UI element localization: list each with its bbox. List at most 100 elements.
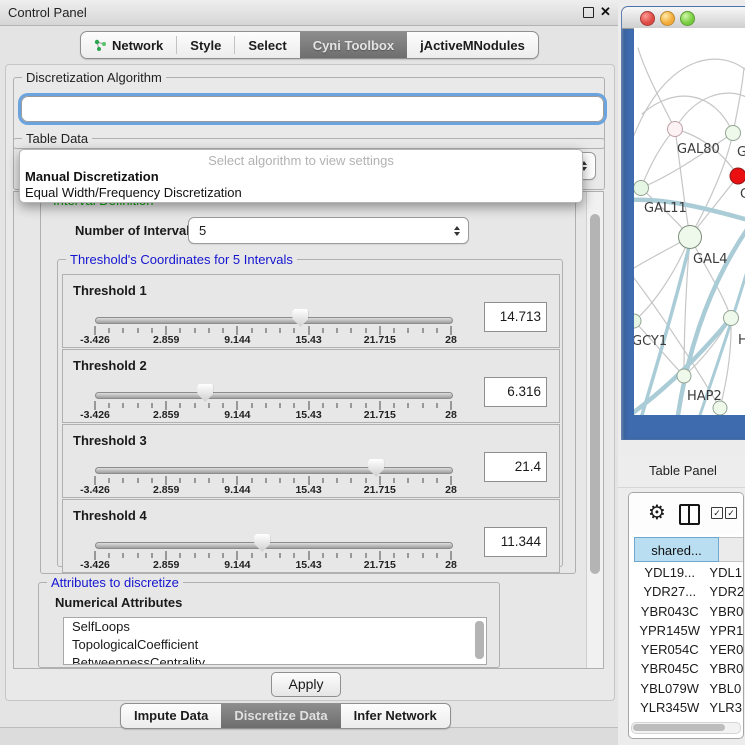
table-panel: ⚙ ✓ ✓ shared... n YDL19...YDL1YDR27...YD… (628, 492, 744, 739)
tab-network-label: Network (112, 38, 163, 53)
tab-style-label: Style (190, 38, 221, 53)
table-row[interactable]: YDR27...YDR2 (634, 582, 743, 601)
algorithm-option-equal-width[interactable]: Equal Width/Frequency Discretization (25, 185, 242, 200)
slider-track[interactable] (95, 467, 453, 474)
slider-thumb[interactable] (368, 459, 384, 477)
tab-infer-network[interactable]: Infer Network (341, 704, 450, 728)
cell-shared-name: YBR045C (634, 659, 705, 678)
control-panel-window: Control Panel ✕ Network Style Select Cyn… (0, 0, 619, 728)
network-node[interactable] (668, 122, 683, 137)
slider-track[interactable] (95, 392, 453, 399)
threshold-label: Threshold 2 (73, 358, 147, 373)
numerical-attributes-list[interactable]: SelfLoopsTopologicalCoefficientBetweenne… (63, 617, 487, 665)
tab-jactivemnodules-label: jActiveMNodules (420, 38, 525, 53)
screen: { "window": { "title": "Control Panel" }… (0, 0, 745, 745)
threshold-row: Threshold 2 -3.4262.8599.14415.4321.71528… (62, 349, 560, 423)
table-row[interactable]: YLR345WYLR3 (634, 698, 743, 717)
slider-track[interactable] (95, 317, 453, 324)
close-icon[interactable]: ✕ (600, 4, 611, 20)
network-node[interactable] (730, 168, 745, 184)
network-edge (733, 68, 744, 133)
network-view-window: GAL80GACGAL11GAL4GCY1HHAP2 (621, 6, 745, 440)
threshold-slider[interactable]: -3.4262.8599.14415.4321.71528 (95, 315, 451, 345)
minimize-traffic-light-icon[interactable] (660, 11, 675, 26)
column-header-name[interactable]: n (719, 537, 744, 562)
tab-network[interactable]: Network (81, 32, 176, 58)
slider-thumb[interactable] (254, 534, 270, 552)
table-data-group-label: Table Data (22, 131, 92, 146)
table-row[interactable]: YBR043CYBR0 (634, 602, 743, 621)
thresholds-group: Threshold's Coordinates for 5 Intervals … (57, 259, 563, 567)
slider-axis-labels: -3.4262.8599.14415.4321.71528 (95, 484, 451, 496)
cell-shared-name: YBL079W (634, 679, 705, 698)
threshold-value-field[interactable]: 14.713 (484, 302, 547, 332)
attribute-list-item[interactable]: TopologicalCoefficient (64, 636, 486, 654)
threshold-label: Threshold 1 (73, 283, 147, 298)
tab-select[interactable]: Select (235, 32, 299, 58)
threshold-slider[interactable]: -3.4262.8599.14415.4321.71528 (95, 390, 451, 420)
gear-icon[interactable]: ⚙ (648, 500, 666, 524)
slider-thumb[interactable] (197, 384, 213, 402)
tab-cyni-toolbox-label: Cyni Toolbox (313, 38, 394, 53)
split-columns-icon[interactable] (679, 504, 700, 525)
settings-scrollbar-thumb[interactable] (590, 214, 600, 574)
float-window-icon[interactable] (583, 7, 594, 18)
threshold-value-field[interactable]: 21.4 (484, 452, 547, 482)
tab-impute-data[interactable]: Impute Data (121, 704, 221, 728)
algorithm-combobox[interactable] (21, 96, 604, 122)
thresholds-group-label: Threshold's Coordinates for 5 Intervals (66, 252, 297, 267)
attribute-list-item[interactable]: BetweennessCentrality (64, 654, 486, 665)
threshold-label: Threshold 4 (73, 508, 147, 523)
table-row[interactable]: YBL079WYBL0 (634, 679, 743, 698)
network-node-label: GAL11 (644, 201, 687, 216)
settings-scrollbar-track[interactable] (586, 192, 603, 668)
threshold-slider[interactable]: -3.4262.8599.14415.4321.71528 (95, 465, 451, 495)
threshold-row: Threshold 4 -3.4262.8599.14415.4321.71528… (62, 499, 560, 573)
network-node-label: GAL80 (677, 142, 720, 157)
network-node-label: GA (737, 145, 745, 160)
checkbox-icon[interactable]: ✓ (725, 507, 737, 519)
tab-discretize-data[interactable]: Discretize Data (221, 704, 340, 728)
table-row[interactable]: YDL19...YDL1 (634, 563, 743, 582)
slider-thumb[interactable] (292, 309, 308, 327)
network-graph: GAL80GACGAL11GAL4GCY1HHAP2 (634, 28, 745, 415)
table-hscrollbar-track[interactable] (631, 722, 741, 734)
threshold-label: Threshold 3 (73, 433, 147, 448)
network-node-label: GCY1 (634, 334, 667, 349)
threshold-value-field[interactable]: 11.344 (484, 527, 547, 557)
network-node[interactable] (634, 181, 649, 196)
close-traffic-light-icon[interactable] (640, 11, 655, 26)
network-node[interactable] (677, 369, 691, 383)
cell-name: YBR0 (705, 602, 743, 621)
network-window-titlebar (622, 7, 745, 29)
table-panel-title: Table Panel (649, 463, 717, 478)
table-row[interactable]: YER054CYER0 (634, 640, 743, 659)
apply-button[interactable]: Apply (271, 672, 341, 697)
table-row[interactable]: YPR145WYPR1 (634, 621, 743, 640)
zoom-traffic-light-icon[interactable] (680, 11, 695, 26)
number-of-intervals-value: 5 (199, 223, 206, 238)
slider-track[interactable] (95, 542, 453, 549)
tab-jactivemnodules[interactable]: jActiveMNodules (407, 32, 538, 58)
algorithm-option-manual[interactable]: Manual Discretization (25, 169, 159, 184)
algorithm-hint-option[interactable]: Select algorithm to view settings (20, 153, 582, 168)
tab-style[interactable]: Style (177, 32, 234, 58)
number-of-intervals-combobox[interactable]: 5 (188, 217, 469, 244)
table-panel-titlebar: Table Panel (618, 456, 745, 488)
threshold-slider[interactable]: -3.4262.8599.14415.4321.71528 (95, 540, 451, 570)
table-hscrollbar-thumb[interactable] (633, 724, 725, 731)
control-panel-titlebar: Control Panel ✕ (0, 0, 618, 26)
cell-name: YBL0 (705, 679, 743, 698)
checkbox-icon[interactable]: ✓ (711, 507, 723, 519)
network-node[interactable] (679, 226, 702, 249)
threshold-value-field[interactable]: 6.316 (484, 377, 547, 407)
table-row[interactable]: YBR045CYBR0 (634, 659, 743, 678)
tab-cyni-toolbox[interactable]: Cyni Toolbox (300, 32, 407, 58)
cell-name: YLR3 (705, 698, 743, 717)
network-node[interactable] (726, 126, 741, 141)
column-header-shared[interactable]: shared... (634, 537, 719, 562)
attributes-scrollbar[interactable] (475, 621, 484, 659)
network-canvas[interactable]: GAL80GACGAL11GAL4GCY1HHAP2 (634, 28, 745, 415)
attribute-list-item[interactable]: SelfLoops (64, 618, 486, 636)
network-node[interactable] (724, 311, 739, 326)
